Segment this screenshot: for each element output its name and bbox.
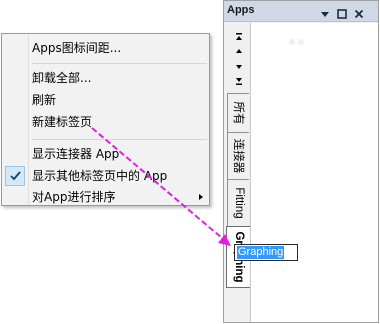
menu-item-show-connector-apps[interactable]: 显示连接器 App bbox=[2, 143, 209, 165]
menu-item-refresh[interactable]: 刷新 bbox=[2, 89, 209, 111]
tab-all[interactable]: 所有 bbox=[227, 93, 249, 133]
scroll-last-icon[interactable] bbox=[234, 71, 244, 85]
menu-item-show-apps-other-tabs[interactable]: 显示其他标签页中的 App bbox=[2, 165, 209, 187]
context-menu: Apps图标间距... 卸载全部... 刷新 新建标签页 显示连接器 App 显… bbox=[1, 33, 210, 206]
menu-item-label: 显示连接器 App bbox=[32, 147, 120, 161]
menu-item-sort-apps[interactable]: 对App进行排序 bbox=[2, 186, 209, 208]
menu-item-label: 刷新 bbox=[32, 93, 57, 107]
tab-label: Fitting bbox=[232, 187, 245, 219]
checkmark-icon bbox=[5, 166, 25, 186]
scroll-down-icon[interactable] bbox=[234, 57, 244, 69]
apps-content-area bbox=[250, 23, 378, 322]
menu-item-label: 卸载全部... bbox=[32, 71, 92, 85]
menu-item-app-icon-spacing[interactable]: Apps图标间距... bbox=[2, 37, 209, 59]
menu-separator bbox=[32, 139, 207, 140]
scroll-up-icon[interactable] bbox=[234, 41, 244, 53]
tab-fitting[interactable]: Fitting bbox=[227, 179, 249, 227]
faint-glyph-icon bbox=[289, 39, 304, 45]
menu-item-label: 对App进行排序 bbox=[32, 190, 116, 204]
tab-rename-input[interactable]: Graphing bbox=[234, 244, 298, 261]
menu-item-new-tab[interactable]: 新建标签页 bbox=[2, 111, 209, 133]
menu-arrow-icon[interactable] bbox=[319, 5, 331, 17]
tab-connectors[interactable]: 连接器 bbox=[227, 132, 249, 180]
tab-label: 连接器 bbox=[231, 138, 244, 174]
apps-panel: Apps 所有 连接器 Fitting Graphing bbox=[223, 0, 379, 323]
menu-item-label: Apps图标间距... bbox=[32, 41, 122, 55]
submenu-arrow-icon bbox=[199, 194, 203, 200]
panel-titlebar: Apps bbox=[224, 1, 378, 22]
rename-selected-text: Graphing bbox=[237, 246, 285, 259]
panel-title: Apps bbox=[227, 4, 255, 16]
menu-separator bbox=[32, 63, 207, 64]
menu-item-label: 显示其他标签页中的 App bbox=[32, 169, 168, 183]
scroll-first-icon[interactable] bbox=[234, 27, 244, 40]
menu-item-uninstall-all[interactable]: 卸载全部... bbox=[2, 67, 209, 89]
menu-item-label: 新建标签页 bbox=[32, 115, 93, 129]
close-icon[interactable] bbox=[353, 5, 365, 19]
restore-icon[interactable] bbox=[336, 5, 348, 19]
tab-label: 所有 bbox=[231, 101, 244, 125]
